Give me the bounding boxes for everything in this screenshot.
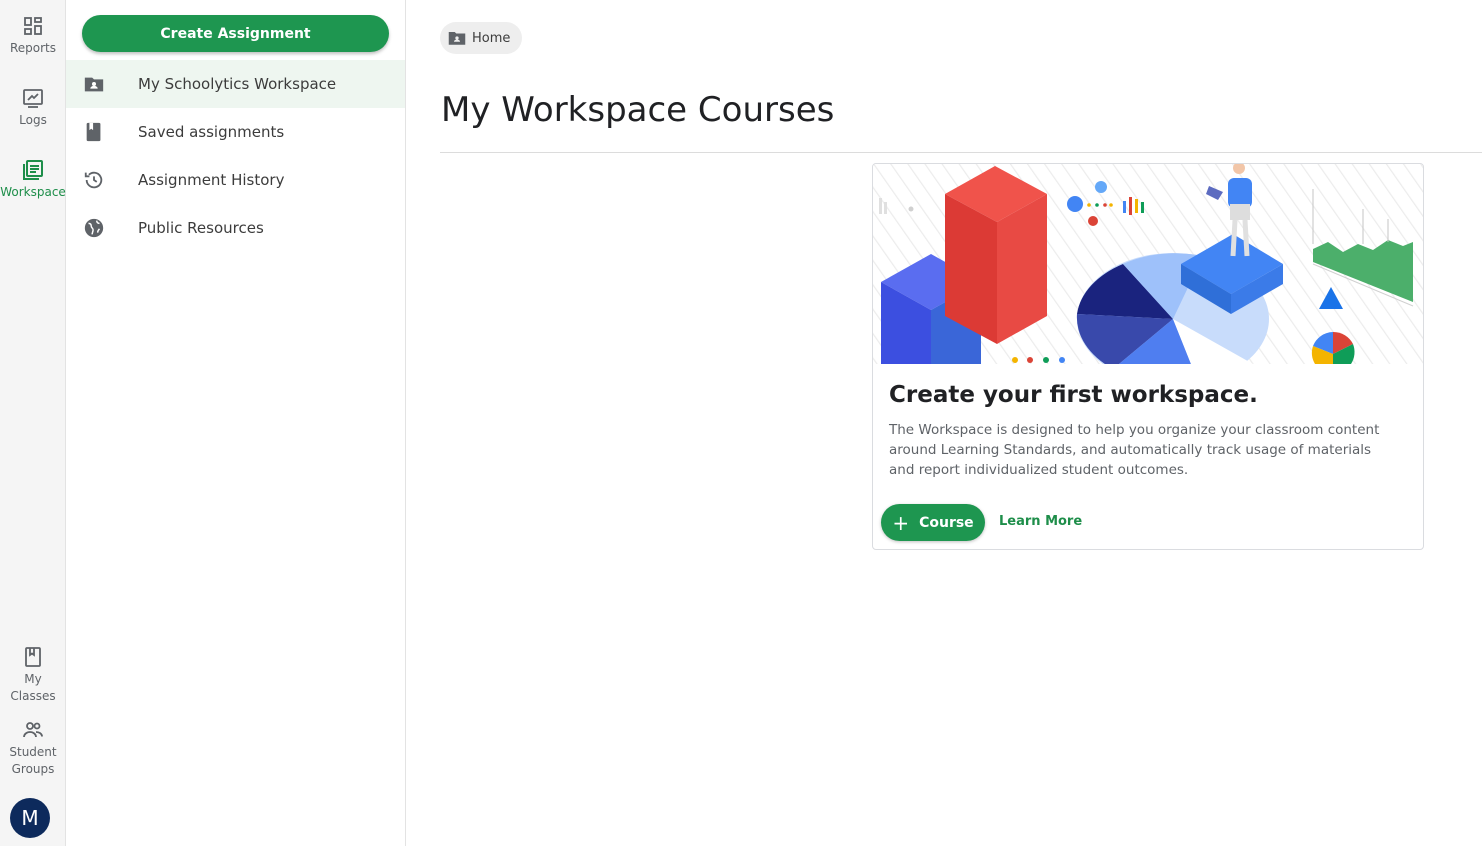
rail-student-groups[interactable]: Student Groups (0, 718, 66, 778)
folder-person-icon (448, 32, 466, 45)
card-description: The Workspace is designed to help you or… (889, 422, 1380, 478)
sidebar-item-public-resources[interactable]: Public Resources (66, 204, 405, 252)
history-icon (84, 171, 103, 189)
title-divider (440, 152, 1482, 153)
logs-icon (23, 89, 43, 108)
plus-icon: + (892, 510, 910, 535)
rail-reports-label: Reports (9, 41, 57, 55)
rail-student-groups-label-1: Student (9, 745, 57, 759)
folder-person-icon (84, 77, 104, 92)
dashboard-icon (24, 17, 42, 35)
workspace-illustration (873, 164, 1423, 364)
sidebar-item-saved-assignments[interactable]: Saved assignments (66, 108, 405, 156)
add-course-label: Course (919, 514, 974, 531)
page-title: My Workspace Courses (441, 90, 835, 130)
sidebar-item-label: Public Resources (138, 219, 264, 237)
create-assignment-button[interactable]: Create Assignment (82, 15, 389, 52)
rail-reports[interactable]: Reports (0, 14, 66, 57)
sidebar-item-assignment-history[interactable]: Assignment History (66, 156, 405, 204)
sidebar-item-my-workspace[interactable]: My Schoolytics Workspace (66, 60, 405, 108)
rail-logs[interactable]: Logs (0, 86, 66, 129)
bookmark-book-icon (86, 122, 101, 142)
main-content: Home My Workspace Courses Create your fi… (406, 0, 1482, 846)
sidebar-item-label: Assignment History (138, 171, 285, 189)
avatar[interactable]: M (10, 798, 50, 838)
empty-workspace-card: Create your first workspace. The Workspa… (872, 163, 1424, 550)
class-book-icon (25, 647, 41, 667)
globe-icon (84, 218, 104, 238)
rail-workspace-label: Workspace (0, 185, 66, 199)
workspace-icon (23, 160, 43, 180)
breadcrumb-label: Home (472, 30, 511, 46)
group-icon (23, 722, 43, 738)
rail-my-classes-label-2: Classes (10, 689, 56, 703)
rail-logs-label: Logs (19, 113, 47, 127)
learn-more-link[interactable]: Learn More (999, 514, 1082, 529)
sidebar-item-label: Saved assignments (138, 123, 285, 141)
add-course-button[interactable]: + Course (881, 504, 985, 541)
rail-student-groups-label-2: Groups (11, 762, 55, 776)
breadcrumb-home[interactable]: Home (440, 22, 523, 54)
workspace-sidebar: Create Assignment My Schoolytics Workspa… (66, 0, 406, 846)
card-heading: Create your first workspace. (889, 382, 1258, 408)
sidebar-item-label: My Schoolytics Workspace (138, 75, 337, 93)
rail-my-classes-label-1: My (24, 672, 42, 686)
left-rail: Reports Logs Workspace My Classes Studen… (0, 0, 66, 846)
rail-workspace[interactable]: Workspace (0, 158, 66, 201)
rail-my-classes[interactable]: My Classes (0, 645, 66, 705)
